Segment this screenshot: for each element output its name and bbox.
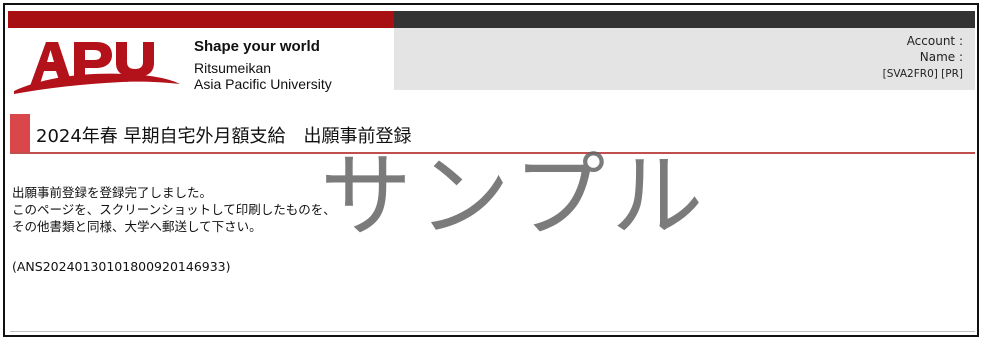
apu-logo-mark	[14, 42, 180, 94]
completion-message: 出願事前登録を登録完了しました。 このページを、スクリーンショットして印刷したも…	[12, 184, 336, 275]
account-panel: Account : Name : [SVA2FR0] [PR]	[394, 28, 975, 90]
tagline: Shape your world	[194, 38, 320, 55]
message-line-2: このページを、スクリーンショットして印刷したものを、	[12, 202, 336, 217]
page-title-bar: 2024年春 早期自宅外月額支給 出願事前登録	[10, 114, 975, 154]
university-name-line1: Ritsumeikan	[194, 60, 272, 76]
logo-text-block: Shape your world Ritsumeikan Asia Pacifi…	[194, 38, 332, 92]
title-accent	[10, 114, 30, 154]
university-name-line2: Asia Pacific University	[194, 76, 332, 92]
apu-logo[interactable]	[12, 38, 182, 98]
page-title: 2024年春 早期自宅外月額支給 出願事前登録	[36, 126, 412, 147]
header-brand-bar	[8, 11, 394, 28]
account-label: Account :	[906, 34, 963, 48]
message-line-1: 出願事前登録を登録完了しました。	[12, 185, 213, 200]
message-line-3: その他書類と同様、大学へ郵送して下さい。	[12, 219, 262, 234]
screen-code: [SVA2FR0] [PR]	[882, 68, 963, 80]
footer-divider	[10, 331, 975, 332]
name-label: Name :	[919, 50, 963, 64]
header-dark-bar	[394, 11, 975, 28]
title-underline	[10, 152, 975, 154]
receipt-number: (ANS2024013010180092014693​3)	[12, 259, 231, 274]
